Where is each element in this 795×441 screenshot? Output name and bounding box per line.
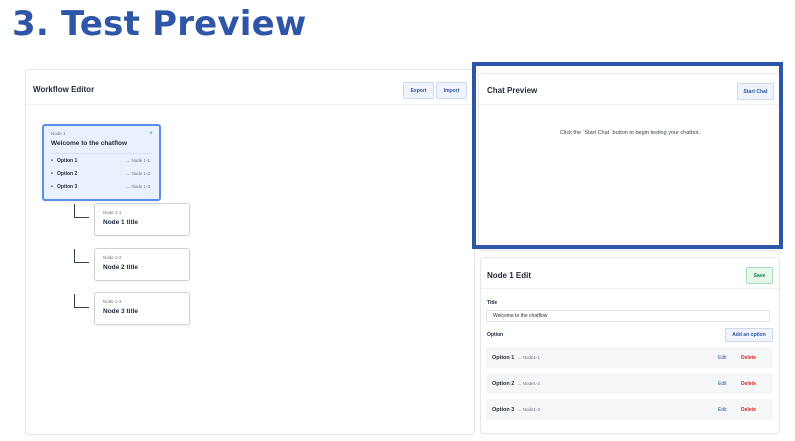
delete-option-link[interactable]: Delete bbox=[741, 381, 756, 387]
title-field-label: Title bbox=[487, 300, 498, 306]
root-option-row: • Option 2 → Node 1-2 bbox=[51, 171, 152, 179]
node-edit-panel: Node 1 Edit Save Title Welcome to the ch… bbox=[480, 257, 780, 434]
child-node-title: Node 3 title bbox=[103, 308, 139, 315]
export-button[interactable]: Export bbox=[403, 82, 434, 99]
chat-header-divider bbox=[479, 104, 781, 105]
delete-option-link[interactable]: Delete bbox=[741, 407, 756, 413]
plus-icon[interactable]: + bbox=[148, 131, 154, 137]
title-input[interactable]: Welcome to the chatflow bbox=[486, 310, 770, 322]
option-item-target: → Node1-3 bbox=[517, 407, 541, 412]
add-option-button[interactable]: Add an option bbox=[725, 328, 773, 342]
node-edit-title: Node 1 Edit bbox=[487, 271, 532, 280]
workflow-editor-title: Workflow Editor bbox=[33, 85, 95, 94]
root-node-title: Welcome to the chatflow bbox=[51, 140, 128, 147]
node-edit-divider bbox=[481, 288, 779, 289]
option-item: Option 3 → Node1-3 Edit Delete bbox=[486, 399, 773, 420]
child-node-label: Node 1-2 bbox=[103, 255, 122, 260]
import-button[interactable]: Import bbox=[436, 82, 467, 99]
save-button[interactable]: Save bbox=[746, 267, 773, 284]
child-node[interactable]: Node 1-3 Node 3 title bbox=[94, 292, 190, 325]
option-item-name: Option 2 bbox=[492, 381, 515, 387]
option-field-label: Option bbox=[487, 332, 504, 338]
root-option-name: Option 2 bbox=[57, 171, 78, 177]
root-node-label: Node 1 bbox=[51, 131, 66, 136]
root-node[interactable]: Node 1 + Welcome to the chatflow • Optio… bbox=[42, 124, 161, 201]
tree-connector bbox=[74, 204, 89, 218]
bullet: • bbox=[51, 158, 53, 164]
tree-connector bbox=[74, 249, 89, 263]
bullet: • bbox=[51, 184, 53, 190]
start-chat-button[interactable]: Start Chat bbox=[737, 83, 774, 100]
tree-connector bbox=[74, 294, 89, 308]
root-option-name: Option 3 bbox=[57, 184, 78, 190]
bullet: • bbox=[51, 171, 53, 177]
chat-preview-panel: Chat Preview Start Chat Click the `Start… bbox=[478, 73, 782, 251]
edit-option-link[interactable]: Edit bbox=[718, 407, 727, 413]
option-item-target: → Node1-1 bbox=[517, 355, 541, 360]
workflow-editor-header: Workflow Editor Export Import bbox=[26, 70, 474, 105]
root-option-target: → Node 1-3 bbox=[125, 184, 150, 189]
child-node-title: Node 2 title bbox=[103, 264, 139, 271]
chat-empty-message: Click the `Start Chat` button to begin t… bbox=[559, 130, 701, 136]
root-node-divider bbox=[51, 153, 152, 154]
delete-option-link[interactable]: Delete bbox=[741, 355, 756, 361]
edit-option-link[interactable]: Edit bbox=[718, 381, 727, 387]
child-node-title: Node 1 title bbox=[103, 219, 139, 226]
edit-option-link[interactable]: Edit bbox=[718, 355, 727, 361]
option-item-name: Option 3 bbox=[492, 407, 515, 413]
child-node[interactable]: Node 1-1 Node 1 title bbox=[94, 203, 190, 236]
child-node[interactable]: Node 1-2 Node 2 title bbox=[94, 248, 190, 281]
page-title: 3. Test Preview bbox=[12, 4, 307, 44]
root-option-target: → Node 1-2 bbox=[125, 171, 150, 176]
child-node-label: Node 1-3 bbox=[103, 299, 122, 304]
option-item-target: → Node1-2 bbox=[517, 381, 541, 386]
root-option-name: Option 1 bbox=[57, 158, 78, 164]
option-item: Option 1 → Node1-1 Edit Delete bbox=[486, 347, 773, 368]
root-option-row: • Option 1 → Node 1-1 bbox=[51, 158, 152, 166]
child-node-label: Node 1-1 bbox=[103, 210, 122, 215]
root-option-target: → Node 1-1 bbox=[125, 158, 150, 163]
chat-preview-title: Chat Preview bbox=[487, 86, 538, 95]
option-item-name: Option 1 bbox=[492, 355, 515, 361]
option-item: Option 2 → Node1-2 Edit Delete bbox=[486, 373, 773, 394]
root-option-row: • Option 3 → Node 1-3 bbox=[51, 184, 152, 192]
workflow-editor-panel: Workflow Editor Export Import Node 1 + W… bbox=[25, 69, 475, 435]
